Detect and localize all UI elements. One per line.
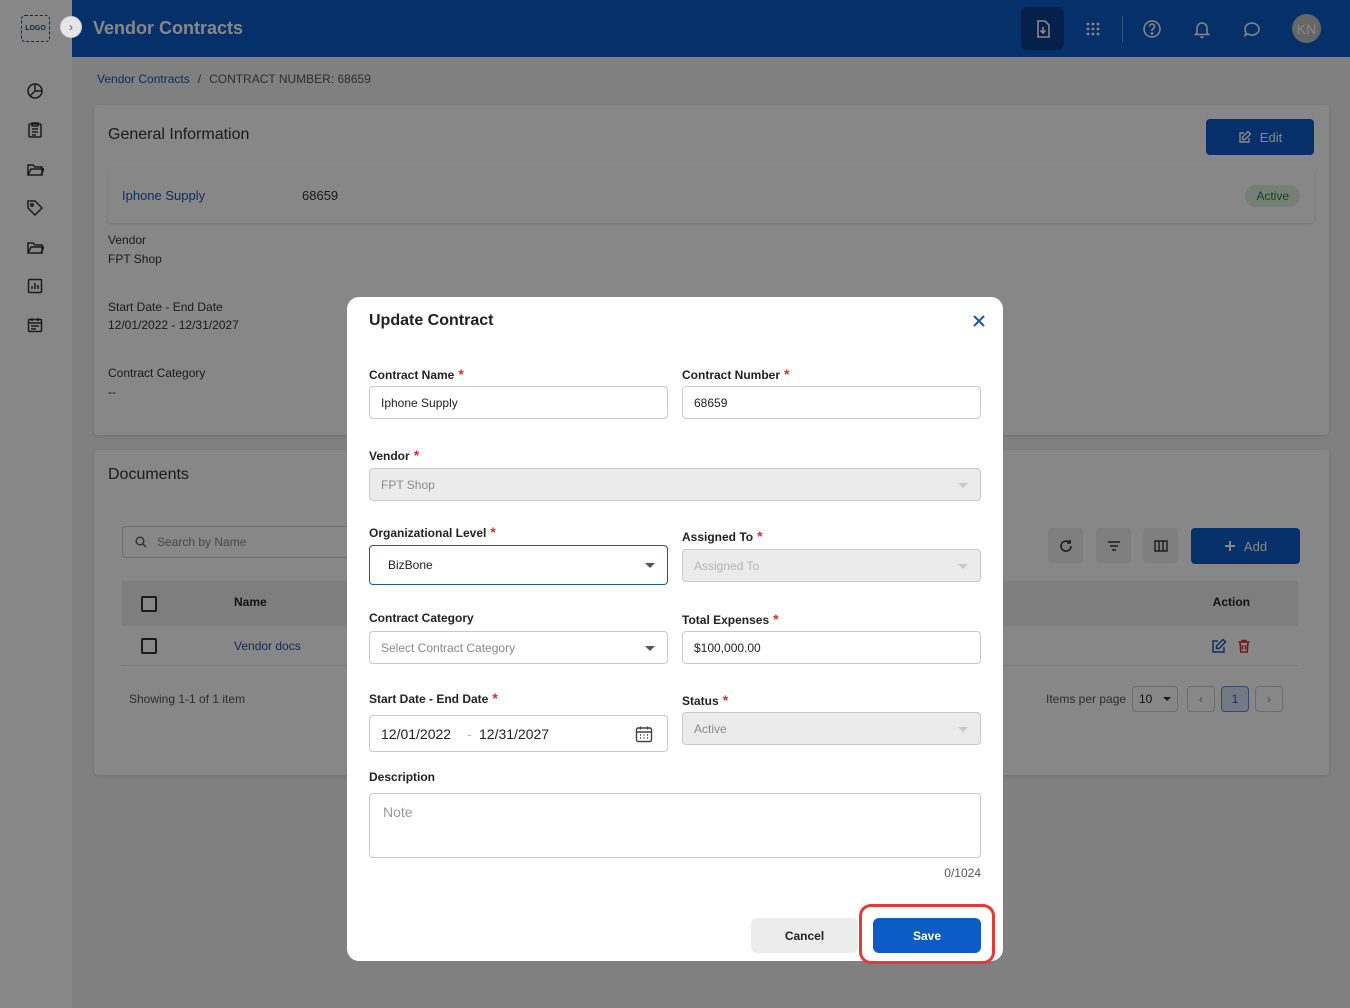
chevron-right-icon: › bbox=[69, 20, 73, 34]
status-select-value: Active bbox=[694, 721, 727, 736]
description-label: Description bbox=[369, 770, 436, 784]
org-level-select[interactable]: BizBone bbox=[369, 545, 668, 585]
end-date-input[interactable]: 12/31/2027 bbox=[479, 726, 549, 742]
sidebar-collapse-button[interactable]: › bbox=[60, 16, 82, 38]
status-select: Active bbox=[682, 712, 981, 745]
close-icon[interactable] bbox=[971, 313, 987, 329]
date-range-label: Start Date - End Date * bbox=[369, 690, 498, 706]
contract-category-label: Contract Category bbox=[369, 611, 474, 625]
character-counter: 0/1024 bbox=[944, 866, 981, 880]
description-textarea[interactable]: Note bbox=[369, 793, 981, 858]
update-contract-dialog: Update Contract Contract Name * Iphone Su… bbox=[347, 297, 1003, 961]
assigned-to-placeholder: Assigned To bbox=[694, 558, 760, 573]
chevron-down-icon bbox=[958, 482, 968, 488]
contract-category-placeholder: Select Contract Category bbox=[381, 640, 516, 655]
status-label: Status * bbox=[682, 692, 729, 708]
total-expenses-input[interactable]: $100,000.00 bbox=[682, 631, 981, 664]
cancel-button[interactable]: Cancel bbox=[751, 918, 858, 953]
org-level-label: Organizational Level * bbox=[369, 524, 496, 540]
save-button-highlight bbox=[859, 904, 995, 964]
total-expenses-label: Total Expenses * bbox=[682, 611, 779, 627]
contract-name-label: Contract Name * bbox=[369, 366, 464, 382]
vendor-select: FPT Shop bbox=[369, 468, 981, 501]
chevron-down-icon bbox=[645, 645, 655, 651]
contract-category-select[interactable]: Select Contract Category bbox=[369, 631, 668, 664]
date-range-picker[interactable]: 12/01/2022 - 12/31/2027 bbox=[369, 715, 668, 752]
vendor-select-value: FPT Shop bbox=[381, 477, 435, 492]
calendar-icon[interactable] bbox=[635, 725, 653, 743]
start-date-input[interactable]: 12/01/2022 bbox=[381, 726, 451, 742]
assigned-to-label: Assigned To * bbox=[682, 528, 763, 544]
org-level-value: BizBone bbox=[388, 558, 433, 572]
dialog-title: Update Contract bbox=[369, 312, 494, 329]
contract-name-input[interactable]: Iphone Supply bbox=[369, 386, 668, 419]
contract-number-label: Contract Number * bbox=[682, 366, 790, 382]
chevron-down-icon bbox=[958, 726, 968, 732]
chevron-down-icon bbox=[958, 563, 968, 569]
chevron-down-icon bbox=[645, 563, 655, 568]
vendor-label: Vendor * bbox=[369, 447, 420, 463]
date-separator: - bbox=[467, 726, 472, 742]
contract-number-input[interactable]: 68659 bbox=[682, 386, 981, 419]
assigned-to-select: Assigned To bbox=[682, 549, 981, 582]
